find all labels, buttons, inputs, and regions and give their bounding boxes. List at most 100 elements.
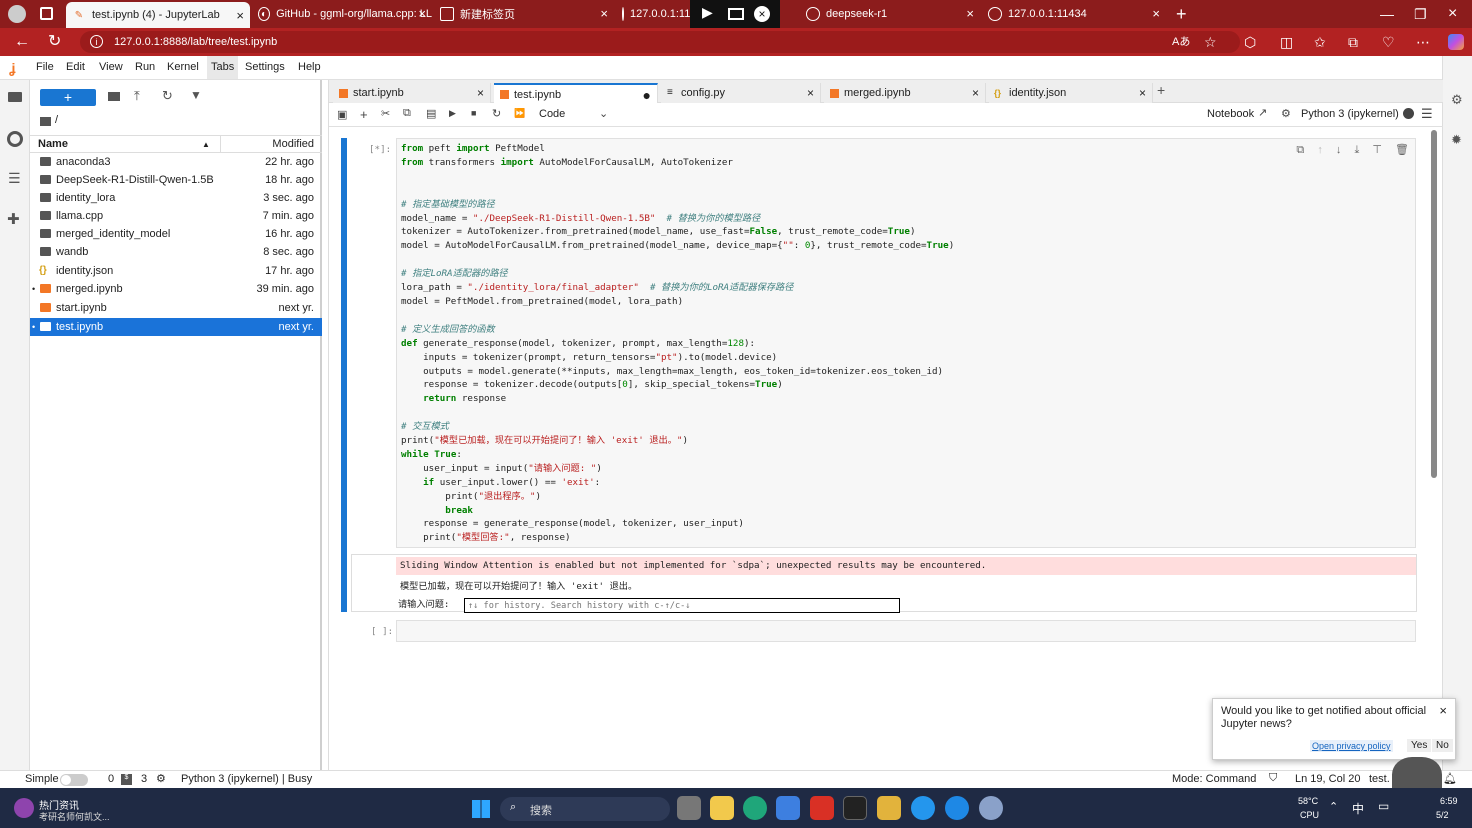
code-cell-input[interactable]: ⧉ ↑ ↓ ⤓ ⊤ 🗑 from peft import PeftModel fr… — [396, 138, 1416, 548]
url-field[interactable]: i 127.0.0.1:8888/lab/tree/test.ipynb — [80, 31, 1240, 53]
notes-app-icon[interactable] — [877, 796, 901, 820]
hamburger-menu-icon[interactable]: ☰ — [1421, 106, 1433, 122]
yes-button[interactable]: Yes — [1407, 739, 1432, 752]
collections-icon[interactable]: ⧉ — [1348, 28, 1358, 56]
file-explorer-icon[interactable] — [710, 796, 734, 820]
browser-tab-github[interactable]: ◐ GitHub - ggml-org/llama.cpp: LL × — [252, 0, 432, 28]
stdin-input[interactable] — [464, 598, 900, 613]
start-windows-icon[interactable] — [472, 800, 490, 818]
close-icon[interactable]: × — [1139, 83, 1146, 103]
menu-tabs[interactable]: Tabs — [207, 56, 239, 79]
breadcrumb[interactable]: / — [55, 114, 58, 126]
taskbar-search[interactable]: ⌕ 搜索 — [500, 797, 670, 821]
store-icon[interactable] — [776, 796, 800, 820]
close-icon[interactable]: × — [966, 6, 974, 21]
browser-tab-ollama[interactable]: 127.0.0.1:11434 × — [982, 0, 1166, 28]
restart-icon[interactable]: ↻ — [492, 107, 501, 120]
column-divider[interactable] — [220, 136, 221, 153]
folder-icon[interactable] — [8, 92, 22, 102]
unsaved-dot-icon[interactable]: ● — [643, 85, 651, 105]
tab-identity-json[interactable]: {} identity.json × — [989, 83, 1153, 103]
favorite-star-icon[interactable]: ☆ — [1204, 28, 1217, 56]
favorites-icon[interactable]: ✩ — [1314, 28, 1326, 56]
network-icon[interactable]: ▭ — [1378, 799, 1389, 813]
file-row[interactable]: start.ipynb next yr. — [30, 299, 322, 317]
scrollbar[interactable] — [1431, 130, 1437, 478]
clock-date[interactable]: 5/2 — [1436, 810, 1449, 820]
clock-time[interactable]: 6:59 — [1440, 796, 1458, 806]
duplicate-cell-icon[interactable]: ⧉ — [1296, 144, 1304, 156]
kernels-count[interactable]: 3 — [141, 773, 147, 785]
play-icon[interactable]: ▶ — [702, 4, 713, 21]
profile-avatar[interactable] — [8, 5, 26, 23]
browser-tab-deepseek[interactable]: deepseek-r1 × — [800, 0, 980, 28]
column-modified-header[interactable]: Modified — [272, 136, 314, 153]
run-icon[interactable]: ▶ — [449, 108, 456, 119]
new-launcher-button[interactable]: + — [40, 89, 96, 106]
property-inspector-icon[interactable]: ⚙ — [1451, 92, 1463, 108]
cpu-label[interactable]: CPU — [1300, 810, 1319, 820]
menu-help[interactable]: Help — [298, 61, 321, 73]
kernel-status[interactable]: Python 3 (ipykernel) | Busy — [181, 773, 312, 785]
close-icon[interactable]: × — [1439, 703, 1447, 718]
browser-tab-local[interactable]: 127.0.0.1:11 — [616, 0, 690, 28]
menu-file[interactable]: File — [36, 61, 54, 73]
close-icon[interactable]: × — [600, 6, 608, 21]
read-aloud-icon[interactable]: Aあ — [1172, 28, 1190, 56]
close-icon[interactable]: × — [477, 83, 484, 103]
news-widget-icon[interactable] — [14, 798, 34, 818]
debugger-icon[interactable]: ✹ — [1451, 132, 1462, 148]
news-subtitle[interactable]: 考研名师何凯文... — [39, 810, 110, 823]
terminal-app-icon[interactable] — [843, 796, 867, 820]
menu-view[interactable]: View — [99, 61, 123, 73]
insert-below-icon[interactable]: ⊤ — [1372, 144, 1382, 156]
run-all-icon[interactable]: ⏩ — [514, 108, 525, 119]
upload-icon[interactable]: ⤒ — [134, 88, 140, 104]
privacy-policy-link[interactable]: Open privacy policy — [1310, 740, 1393, 752]
empty-code-cell[interactable] — [396, 620, 1416, 642]
close-icon[interactable]: × — [807, 83, 814, 103]
menu-kernel[interactable]: Kernel — [167, 61, 199, 73]
no-button[interactable]: No — [1432, 739, 1453, 752]
wps-icon[interactable] — [810, 796, 834, 820]
temperature[interactable]: 58°C — [1298, 796, 1318, 806]
settings-app-icon[interactable] — [979, 796, 1003, 820]
file-row[interactable]: llama.cpp 7 min. ago — [30, 207, 322, 225]
column-name-header[interactable]: Name — [38, 136, 68, 153]
file-row[interactable]: merged_identity_model 16 hr. ago — [30, 225, 322, 243]
file-row[interactable]: {} identity.json 17 hr. ago — [30, 262, 322, 280]
tab-actions-icon[interactable] — [40, 7, 53, 20]
minimize-icon[interactable]: — — [1380, 0, 1394, 28]
tab-config-py[interactable]: ≡ config.py × — [661, 83, 821, 103]
table-of-contents-icon[interactable]: ☰ — [8, 170, 21, 187]
close-icon[interactable]: × — [1152, 6, 1160, 21]
delete-cell-icon[interactable]: 🗑 — [1395, 144, 1409, 156]
new-folder-icon[interactable] — [108, 92, 120, 101]
cursor-position[interactable]: Ln 19, Col 20 — [1295, 773, 1360, 785]
screen-icon[interactable] — [728, 8, 744, 20]
ime-indicator[interactable]: 中 — [1352, 800, 1364, 817]
paste-icon[interactable]: ▤ — [426, 107, 436, 120]
menu-edit[interactable]: Edit — [66, 61, 85, 73]
maximize-icon[interactable]: ❐ — [1414, 0, 1427, 28]
close-icon[interactable]: × — [972, 83, 979, 103]
simple-mode-toggle[interactable] — [60, 774, 88, 786]
file-row[interactable]: identity_lora 3 sec. ago — [30, 189, 322, 207]
chevron-up-icon[interactable]: ⌃ — [1329, 800, 1338, 813]
docker-icon[interactable] — [911, 796, 935, 820]
split-screen-icon[interactable]: ◫ — [1280, 28, 1293, 56]
cell-type-select[interactable]: Code — [539, 108, 565, 120]
stop-icon[interactable]: ■ — [471, 108, 476, 118]
move-down-icon[interactable]: ↓ — [1336, 144, 1342, 156]
window-close-icon[interactable]: × — [1448, 0, 1457, 28]
tab-merged-ipynb[interactable]: merged.ipynb × — [824, 83, 986, 103]
new-tab-icon[interactable]: + — [1176, 0, 1187, 28]
shield-icon[interactable]: ⛉ — [1269, 772, 1277, 785]
filter-icon[interactable]: ▼ — [190, 88, 202, 102]
more-menu-icon[interactable]: ⋯ — [1416, 28, 1430, 56]
new-launcher-tab-icon[interactable]: + — [1157, 82, 1165, 98]
chevron-down-icon[interactable]: ⌄ — [599, 107, 608, 120]
refresh-icon[interactable]: ↻ — [162, 88, 173, 104]
close-circle-icon[interactable]: × — [754, 6, 770, 22]
cut-icon[interactable]: ✂ — [381, 107, 390, 120]
